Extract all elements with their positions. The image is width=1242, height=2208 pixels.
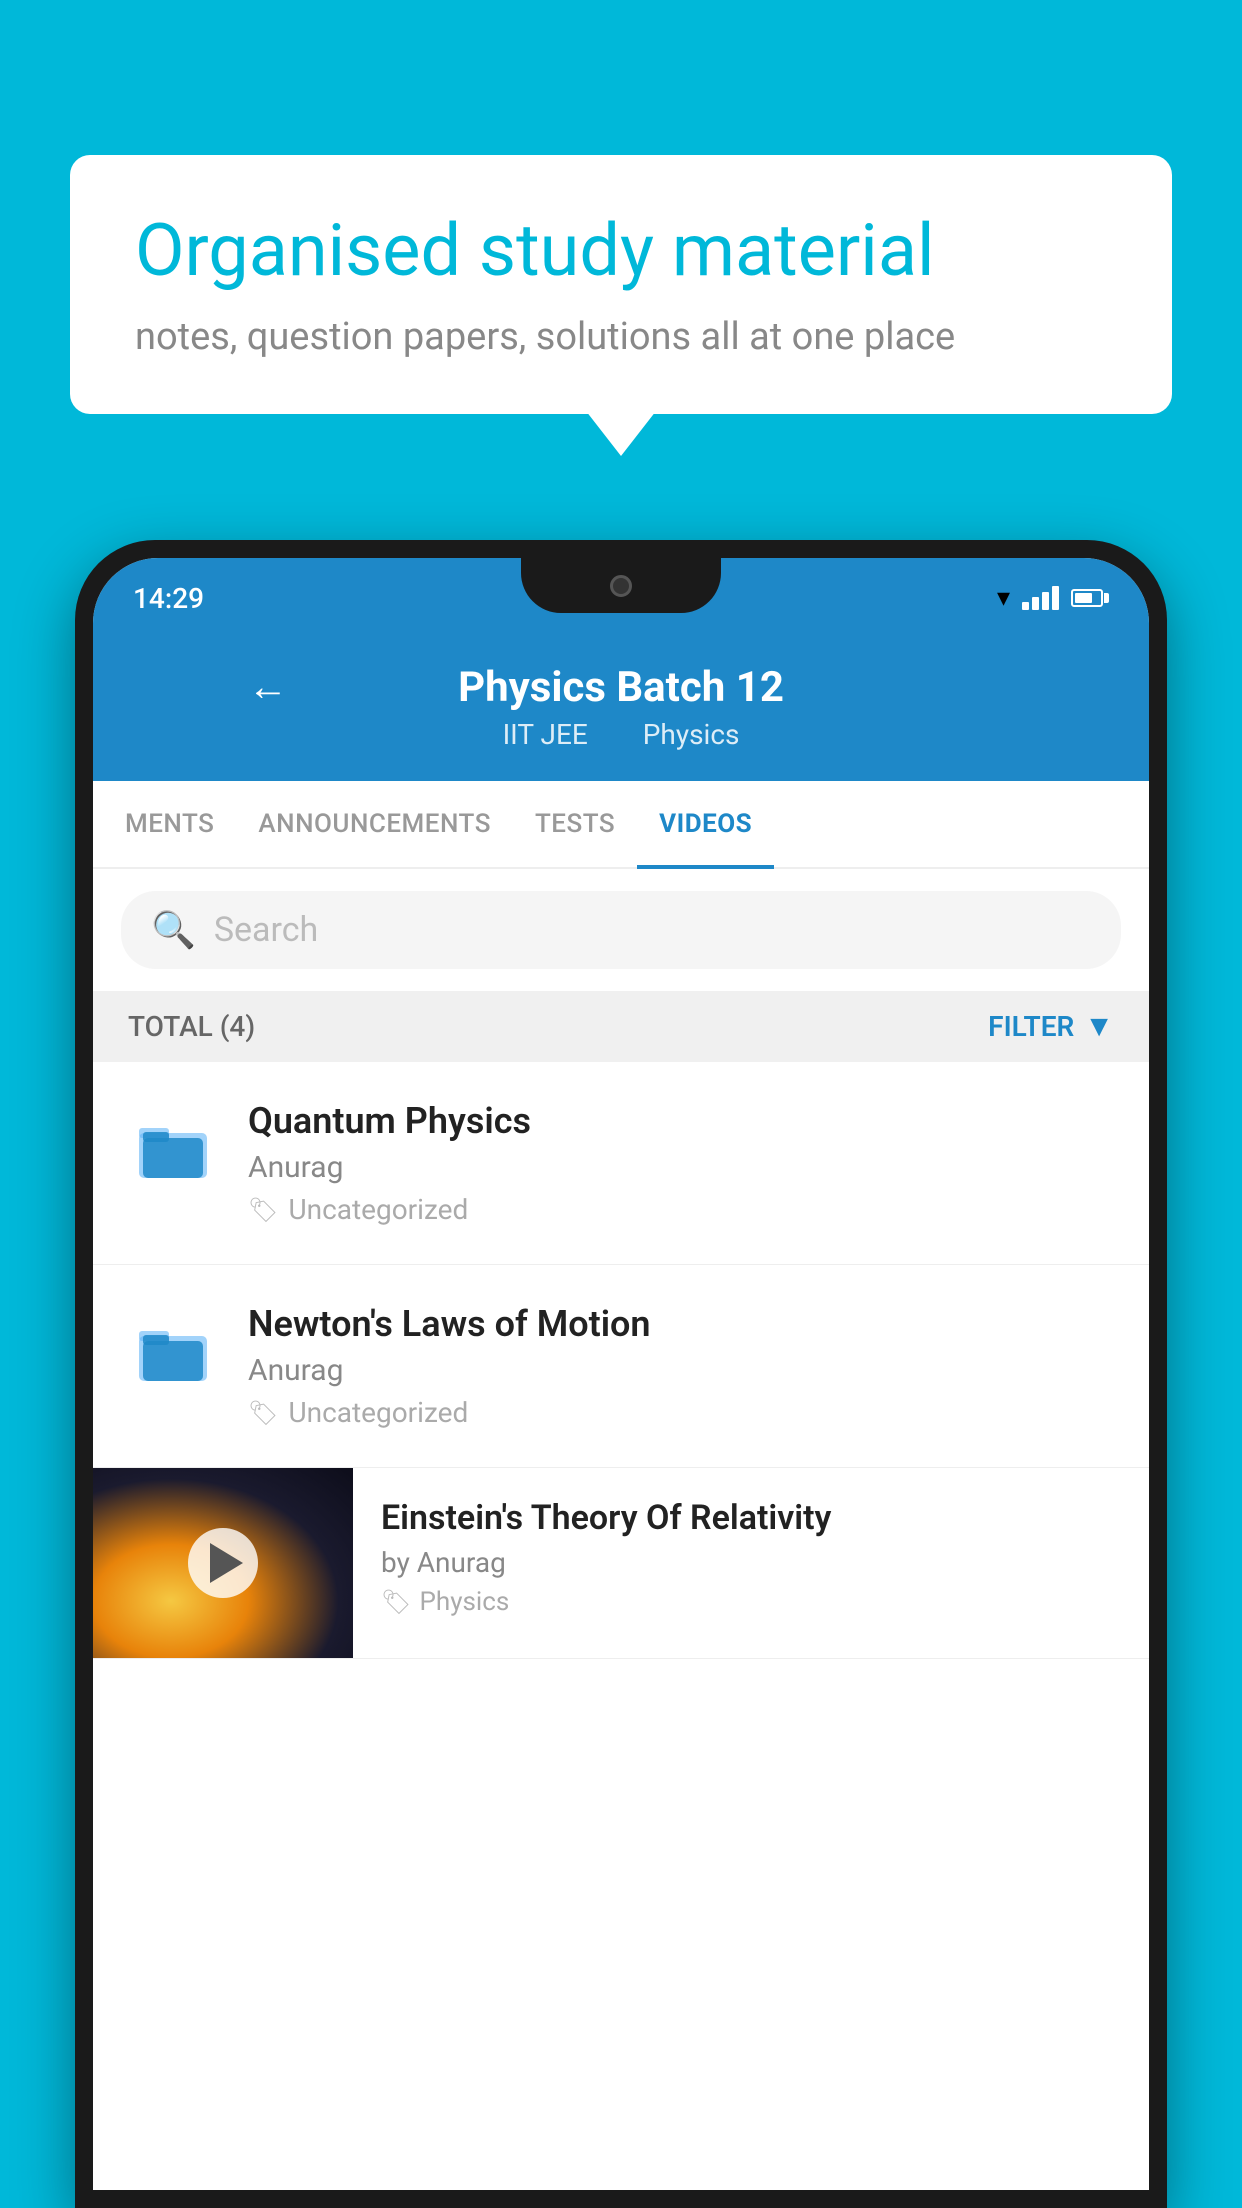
- list-item[interactable]: Quantum Physics Anurag 🏷 Uncategorized: [93, 1062, 1149, 1265]
- item-tag: 🏷 Uncategorized: [248, 1193, 1114, 1226]
- tag-icon: 🏷: [381, 1588, 411, 1616]
- total-count: TOTAL (4): [128, 1010, 255, 1043]
- filter-row: TOTAL (4) FILTER ▼: [93, 991, 1149, 1062]
- list-item[interactable]: Newton's Laws of Motion Anurag 🏷 Uncateg…: [93, 1265, 1149, 1468]
- status-bar: 14:29 ▾: [93, 558, 1149, 638]
- item-tag: 🏷 Physics: [381, 1587, 1121, 1617]
- folder-icon: [128, 1308, 218, 1398]
- item-content: Einstein's Theory Of Relativity by Anura…: [353, 1468, 1149, 1647]
- notch: [521, 558, 721, 613]
- folder-icon: [128, 1105, 218, 1195]
- tab-announcements[interactable]: ANNOUNCEMENTS: [236, 781, 513, 867]
- item-title: Einstein's Theory Of Relativity: [381, 1498, 1121, 1538]
- back-button[interactable]: ←: [248, 663, 288, 710]
- speech-bubble-subtext: notes, question papers, solutions all at…: [135, 315, 1107, 359]
- status-icons: ▾: [997, 583, 1109, 613]
- item-title: Quantum Physics: [248, 1100, 1114, 1142]
- item-tag: 🏷 Uncategorized: [248, 1396, 1114, 1429]
- subtitle-part2: Physics: [643, 718, 740, 751]
- play-icon: [210, 1543, 243, 1583]
- play-button[interactable]: [188, 1528, 258, 1598]
- search-container: 🔍 Search: [93, 869, 1149, 991]
- tab-tests[interactable]: TESTS: [513, 781, 637, 867]
- item-author: by Anurag: [381, 1546, 1121, 1579]
- search-placeholder: Search: [214, 910, 318, 950]
- tag-icon: 🏷: [248, 1196, 278, 1224]
- phone-frame: 14:29 ▾: [75, 540, 1167, 2208]
- search-icon: 🔍: [151, 909, 196, 951]
- list-item-thumbnail[interactable]: Einstein's Theory Of Relativity by Anura…: [93, 1468, 1149, 1659]
- speech-bubble-heading: Organised study material: [135, 210, 1107, 293]
- status-time: 14:29: [133, 582, 204, 615]
- tab-videos[interactable]: VIDEOS: [637, 781, 774, 867]
- search-bar[interactable]: 🔍 Search: [121, 891, 1121, 969]
- app-subtitle: IIT JEE Physics: [133, 718, 1109, 751]
- filter-button[interactable]: FILTER ▼: [988, 1009, 1114, 1044]
- signal-icon: [1022, 586, 1059, 610]
- phone-screen: 14:29 ▾: [93, 558, 1149, 2190]
- tab-ments[interactable]: MENTS: [103, 781, 236, 867]
- battery-icon: [1071, 589, 1109, 607]
- app-header: ← Physics Batch 12 IIT JEE Physics: [93, 638, 1149, 781]
- tabs-bar: MENTS ANNOUNCEMENTS TESTS VIDEOS: [93, 781, 1149, 869]
- tag-icon: 🏷: [248, 1399, 278, 1427]
- video-thumbnail: [93, 1468, 353, 1658]
- item-title: Newton's Laws of Motion: [248, 1303, 1114, 1345]
- video-list: Quantum Physics Anurag 🏷 Uncategorized: [93, 1062, 1149, 2190]
- item-author: Anurag: [248, 1150, 1114, 1185]
- subtitle-part1: IIT JEE: [503, 718, 588, 751]
- item-content: Quantum Physics Anurag 🏷 Uncategorized: [248, 1100, 1114, 1226]
- filter-icon: ▼: [1084, 1009, 1114, 1044]
- speech-bubble-container: Organised study material notes, question…: [70, 155, 1172, 414]
- wifi-icon: ▾: [997, 583, 1010, 613]
- item-author: Anurag: [248, 1353, 1114, 1388]
- camera: [610, 575, 632, 597]
- speech-bubble: Organised study material notes, question…: [70, 155, 1172, 414]
- item-content: Newton's Laws of Motion Anurag 🏷 Uncateg…: [248, 1303, 1114, 1429]
